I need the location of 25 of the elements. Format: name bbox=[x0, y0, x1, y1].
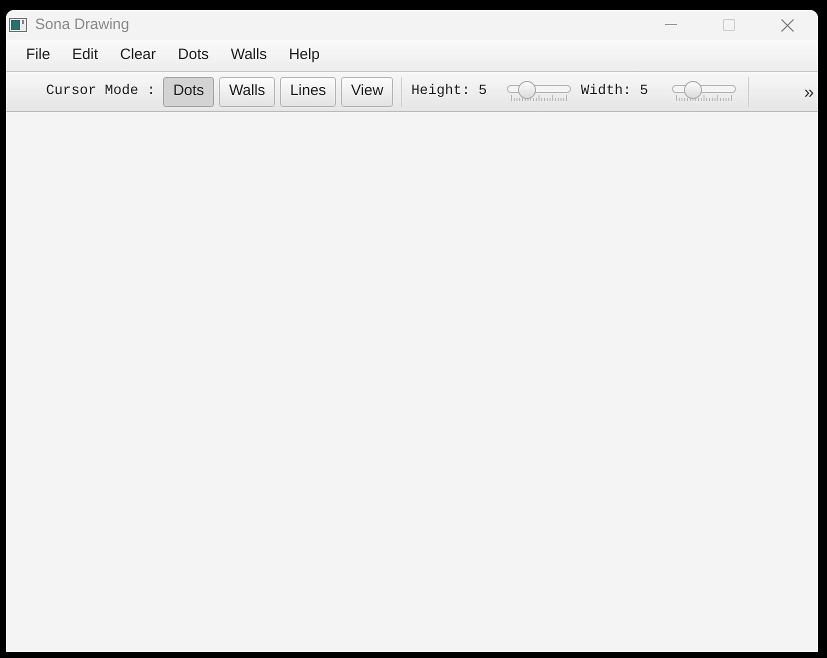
slider-label: Height: 5 bbox=[411, 82, 487, 101]
menu-item[interactable]: Dots bbox=[168, 44, 219, 67]
slider-label: Width: 5 bbox=[580, 82, 648, 101]
window-title: Sona Drawing bbox=[35, 14, 130, 35]
slider[interactable] bbox=[506, 80, 571, 102]
mode-button[interactable]: Walls bbox=[219, 76, 276, 106]
menu-item[interactable]: Edit bbox=[62, 44, 108, 67]
overflow-button[interactable]: » bbox=[804, 82, 814, 100]
minimize-icon bbox=[665, 24, 677, 26]
slider-thumb[interactable] bbox=[518, 80, 536, 98]
mode-button[interactable]: Dots bbox=[163, 76, 214, 106]
app-icon bbox=[9, 18, 27, 32]
menu-item[interactable]: Clear bbox=[110, 44, 166, 67]
menu-item[interactable]: Walls bbox=[220, 44, 277, 67]
cursor-mode-label: Cursor Mode : bbox=[46, 82, 156, 101]
slider[interactable] bbox=[672, 80, 736, 102]
menu-item[interactable]: File bbox=[16, 44, 60, 67]
slider-thumb[interactable] bbox=[684, 80, 702, 98]
menu-item[interactable]: Help bbox=[278, 44, 330, 67]
tick-marks-icon bbox=[676, 94, 732, 100]
tick-marks-icon bbox=[510, 94, 567, 100]
mode-button[interactable]: Lines bbox=[280, 76, 336, 106]
mode-button[interactable]: View bbox=[341, 76, 394, 106]
maximize-icon bbox=[723, 19, 735, 31]
close-icon bbox=[780, 18, 794, 32]
